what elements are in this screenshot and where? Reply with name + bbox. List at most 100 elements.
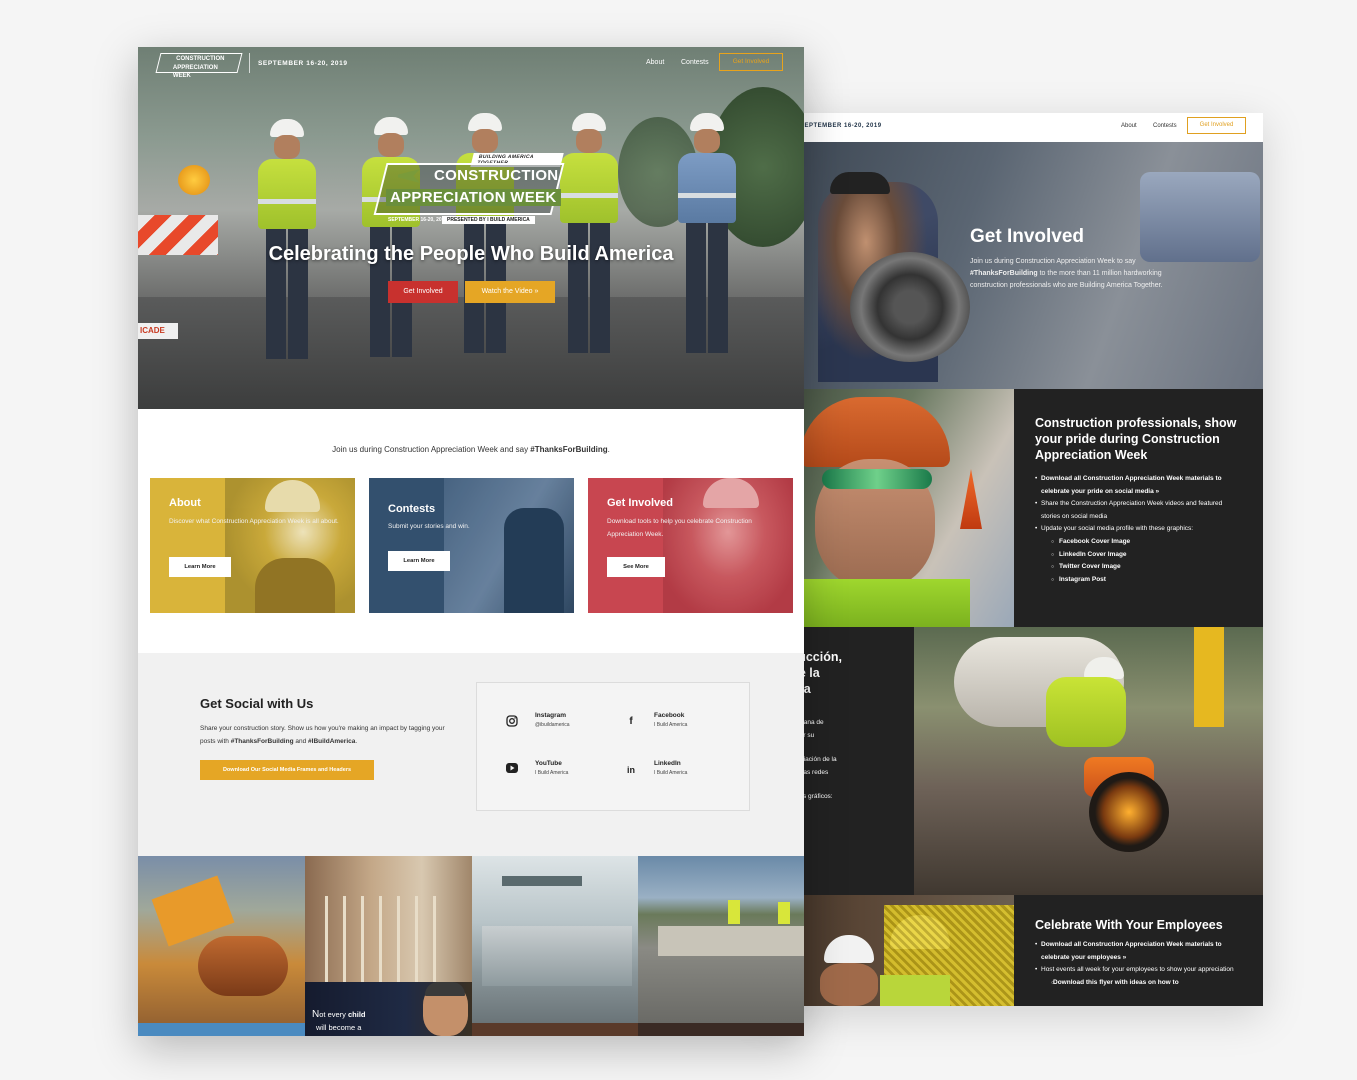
saw-blade-sparks xyxy=(1089,772,1169,852)
gallery-photo-paving xyxy=(638,856,804,1023)
shelf xyxy=(502,876,582,886)
nav-contests-link[interactable]: Contests xyxy=(681,59,709,66)
hard-hat xyxy=(703,478,759,508)
photo-gallery: Not every child will become a xyxy=(138,856,804,1036)
traffic-cone xyxy=(960,469,982,529)
gallery-photo-dog xyxy=(138,856,305,1036)
concrete-slab xyxy=(658,926,804,956)
dog xyxy=(198,936,288,996)
nav-get-involved-button[interactable]: Get Involved xyxy=(1187,117,1246,134)
nav-get-involved-button[interactable]: Get Involved xyxy=(719,53,783,71)
nav-about-link[interactable]: About xyxy=(1121,123,1137,129)
front-page-screenshot: ICADE CONSTRUCTION APPRECIATION WEEK SEP… xyxy=(138,47,804,1036)
safety-vest xyxy=(880,975,950,1006)
worker-shoulders xyxy=(255,558,335,613)
card-title: About xyxy=(169,497,201,509)
barrier-sign: ICADE xyxy=(138,323,178,339)
site-logo[interactable]: CONSTRUCTION APPRECIATION WEEK xyxy=(155,53,243,79)
card-photo xyxy=(663,478,793,613)
download-frames-button[interactable]: Download Our Social Media Frames and Hea… xyxy=(200,760,374,780)
truck-image xyxy=(1140,172,1260,262)
linkedin-link[interactable]: in LinkedIn I Build America xyxy=(624,760,744,790)
graphic-link[interactable]: Instagram Post xyxy=(1035,574,1243,587)
learn-more-button[interactable]: Learn More xyxy=(388,551,450,571)
gallery-photo-framing xyxy=(305,856,472,982)
show-your-pride-section: Construction professionals, show your pr… xyxy=(1014,389,1263,627)
card-title: Get Involved xyxy=(607,497,674,509)
graphic-link[interactable]: Twitter Cover Image xyxy=(1035,561,1243,574)
social-section: Get Social with Us Share your constructi… xyxy=(138,653,804,856)
list-item[interactable]: Download all Construction Appreciation W… xyxy=(1035,473,1243,498)
see-more-button[interactable]: See More xyxy=(607,557,665,577)
list-item: Update your social media profile with th… xyxy=(1035,523,1243,536)
logo-presented-by: PRESENTED BY I BUILD AMERICA xyxy=(442,216,535,224)
hero-title: Celebrating the People Who Build America xyxy=(268,243,674,265)
section-title: Celebrate With Your Employees xyxy=(1035,918,1223,932)
yellow-machinery xyxy=(1194,627,1224,727)
nav-about-link[interactable]: About xyxy=(646,59,664,66)
back-nav: SEPTEMBER 16-20, 2019 About Contests Get… xyxy=(760,113,1263,142)
event-date: SEPTEMBER 16-20, 2019 xyxy=(258,60,348,67)
section-list: Download all Construction Appreciation W… xyxy=(1035,473,1243,586)
logo-word: CONSTRUCTION xyxy=(434,167,559,184)
list-item: Host events all week for your employees … xyxy=(1035,964,1243,977)
social-description: Share your construction story. Show us h… xyxy=(200,725,445,745)
learn-more-button[interactable]: Learn More xyxy=(169,557,231,577)
sunglasses xyxy=(822,469,932,489)
worker-cap xyxy=(830,172,890,194)
card-photo xyxy=(444,478,574,613)
get-involved-button[interactable]: Get Involved xyxy=(388,281,458,303)
intro-text: Join us during Construction Appreciation… xyxy=(332,445,610,454)
about-card[interactable]: About Discover what Construction Appreci… xyxy=(150,478,355,613)
hero-title: Get Involved xyxy=(970,226,1085,247)
facebook-link[interactable]: f Facebook I Build America xyxy=(624,712,744,742)
gallery-photo-strip xyxy=(138,1023,305,1036)
hard-hat xyxy=(265,480,320,512)
youtube-icon xyxy=(505,763,519,777)
worker-vest xyxy=(728,900,740,924)
card-photo xyxy=(225,478,355,613)
top-nav: CONSTRUCTION APPRECIATION WEEK SEPTEMBER… xyxy=(138,47,804,79)
worker-figure xyxy=(558,113,620,363)
list-item: Share the Construction Appreciation Week… xyxy=(1035,498,1243,523)
face xyxy=(820,963,878,1006)
youtube-link[interactable]: YouTube I Build America xyxy=(505,760,625,790)
graphic-link[interactable]: Facebook Cover Image xyxy=(1035,536,1243,549)
social-title: Get Social with Us xyxy=(200,696,314,711)
steel-sinks xyxy=(482,926,632,986)
nav-divider xyxy=(249,53,250,73)
get-involved-card[interactable]: Get Involved Download tools to help you … xyxy=(588,478,793,613)
logo-word: APPRECIATION WEEK xyxy=(386,189,561,206)
card-text: Submit your stories and win. xyxy=(388,523,470,530)
worker-figure xyxy=(454,113,516,363)
instagram-icon xyxy=(505,715,519,729)
watch-video-button[interactable]: Watch the Video » xyxy=(465,281,555,303)
hero-text: Join us during Construction Appreciation… xyxy=(970,258,1163,289)
instagram-link[interactable]: Instagram @ibuildamerica xyxy=(505,712,625,742)
cap xyxy=(425,982,465,996)
hard-hat xyxy=(800,397,950,467)
wall-studs xyxy=(325,896,445,982)
safety-vest xyxy=(790,579,970,627)
logo-date: SEPTEMBER 16-20, 2019 xyxy=(388,217,448,223)
worker-vest xyxy=(778,902,790,924)
contests-card[interactable]: Contests Submit your stories and win. Le… xyxy=(369,478,574,613)
section-list: Download all Construction Appreciation W… xyxy=(1035,939,1243,989)
linkedin-icon: in xyxy=(627,765,635,775)
section-title: Construction professionals, show your pr… xyxy=(1035,416,1237,462)
pipe-image xyxy=(850,252,970,362)
graphic-link[interactable]: LinkedIn Cover Image xyxy=(1035,549,1243,562)
gallery-photo-kitchen xyxy=(472,856,638,1023)
social-links-box: Instagram @ibuildamerica f Facebook I Bu… xyxy=(476,682,750,811)
list-item[interactable]: Download all Construction Appreciation W… xyxy=(1035,939,1243,964)
saw-cutting-photo xyxy=(914,627,1263,895)
worker-figure xyxy=(676,113,738,363)
nav-contests-link[interactable]: Contests xyxy=(1153,123,1177,129)
gallery-photo-strip xyxy=(638,1023,804,1036)
safety-vest xyxy=(1046,677,1126,747)
gallery-photo-strip xyxy=(472,1023,638,1036)
hard-hat xyxy=(824,935,874,963)
card-text: Discover what Construction Appreciation … xyxy=(169,518,339,525)
flyer-link[interactable]: Download this flyer with ideas on how to xyxy=(1035,977,1243,990)
card-text: Download tools to help you celebrate Con… xyxy=(607,518,752,538)
